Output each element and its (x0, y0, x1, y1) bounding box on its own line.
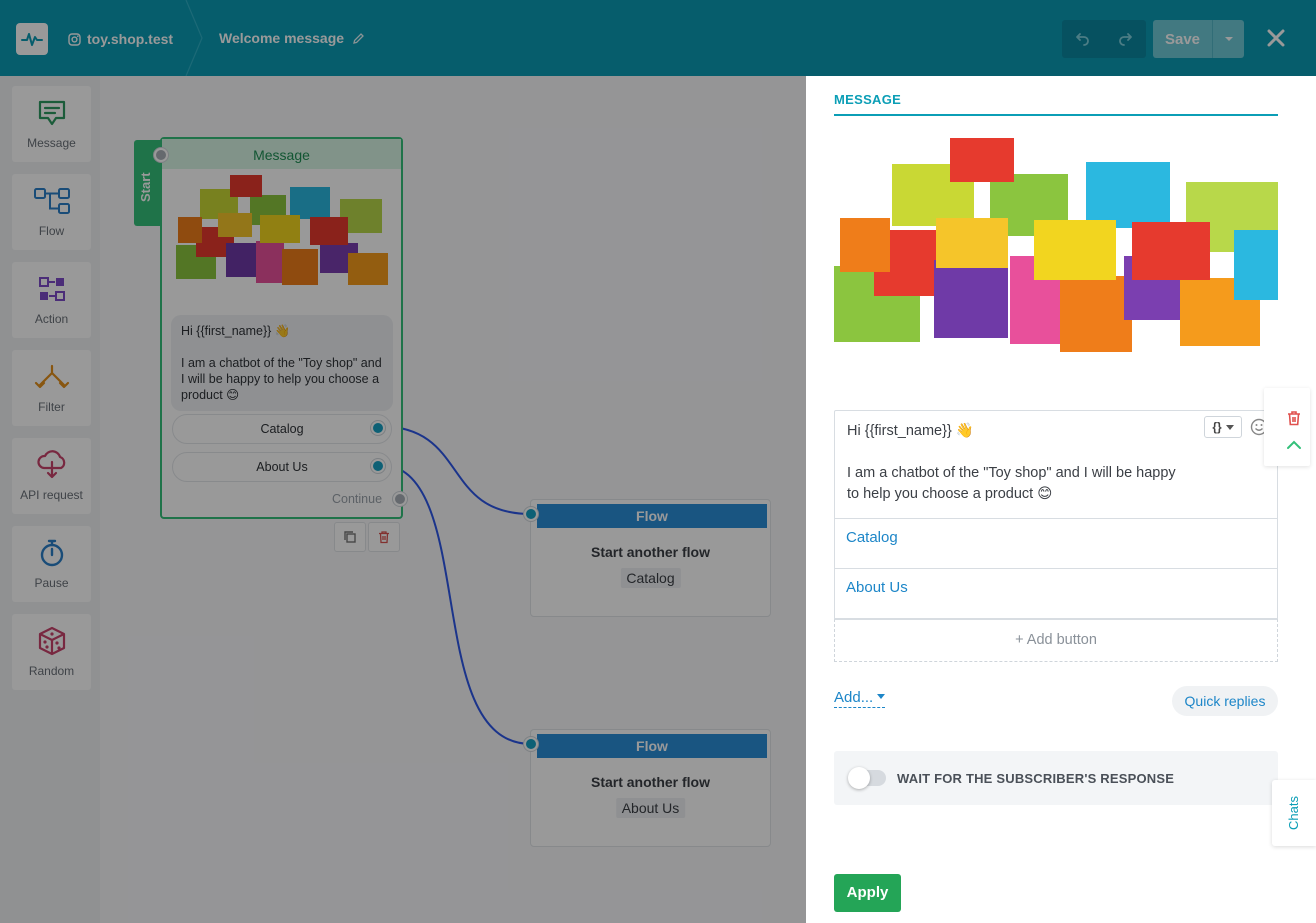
wait-response-toggle[interactable] (848, 767, 886, 789)
add-label: Add... (834, 689, 874, 706)
wait-response-label: WAIT FOR THE SUBSCRIBER'S RESPONSE (897, 771, 1175, 786)
message-button-about-us[interactable]: About Us (834, 569, 1278, 619)
chats-label: Chats (1286, 796, 1301, 830)
message-text-line: Hi {{first_name}} 👋 (847, 423, 974, 439)
caret-down-icon (877, 694, 886, 699)
quick-replies-button[interactable]: Quick replies (1172, 686, 1278, 716)
message-side-actions (1264, 388, 1310, 466)
message-text-line: I am a chatbot of the "Toy shop" and I w… (847, 465, 1176, 481)
insert-variable-button[interactable]: {} (1204, 416, 1242, 438)
toggle-knob (848, 767, 870, 789)
variables-label: {} (1212, 420, 1222, 434)
add-content-dropdown[interactable]: Add... (834, 689, 886, 708)
message-editor-panel: MESSAGE Hi {{first_name}} 👋 I am a chatb… (806, 76, 1316, 923)
modal-overlay[interactable] (0, 0, 806, 923)
chats-tab[interactable]: Chats (1272, 780, 1316, 846)
panel-title-underline (834, 114, 1278, 116)
chevron-up-icon[interactable] (1286, 440, 1302, 450)
trash-icon[interactable] (1286, 410, 1302, 426)
message-button-catalog[interactable]: Catalog (834, 519, 1278, 569)
panel-title: MESSAGE (834, 92, 902, 107)
add-button[interactable]: + Add button (834, 619, 1278, 662)
message-text-line: to help you choose a product 😊 (847, 486, 1053, 502)
apply-button[interactable]: Apply (834, 874, 901, 912)
toy-bricks-image-large[interactable] (834, 138, 1278, 364)
caret-down-icon (1225, 424, 1234, 430)
wait-response-row: WAIT FOR THE SUBSCRIBER'S RESPONSE (834, 751, 1278, 805)
modal-overlay-header (806, 0, 1316, 76)
